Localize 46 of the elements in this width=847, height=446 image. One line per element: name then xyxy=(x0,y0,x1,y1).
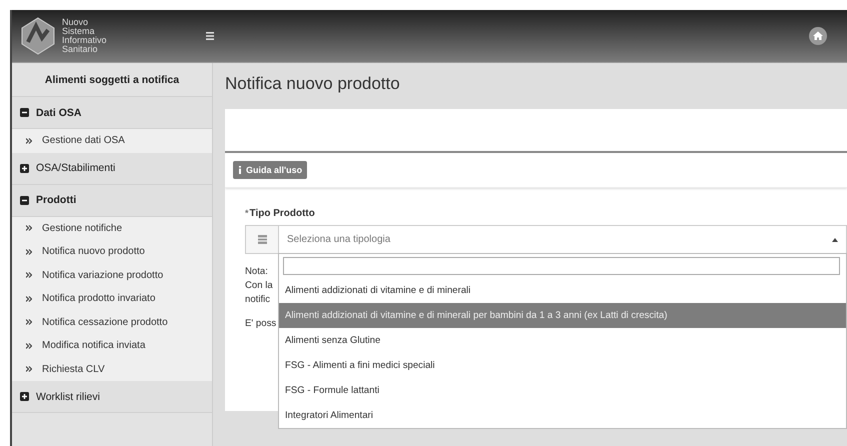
chevron-icon xyxy=(26,296,32,302)
dropdown-option[interactable]: FSG - Alimenti a fini medici speciali xyxy=(279,353,846,378)
chevron-icon xyxy=(26,225,32,232)
info-icon xyxy=(238,166,242,174)
collapse-icon[interactable] xyxy=(20,108,29,117)
note-text: notific xyxy=(245,294,272,305)
sidebar-item[interactable]: Gestione dati OSA xyxy=(12,129,212,152)
logo-text: Sanitario xyxy=(62,45,99,54)
sidebar-item[interactable]: Notifica nuovo prodotto xyxy=(12,240,212,264)
dropdown-option[interactable]: Integratori Alimentari xyxy=(279,403,846,428)
sidebar-section[interactable]: Prodotti xyxy=(12,184,212,216)
dropdown-option[interactable]: Alimenti addizionati di vitamine e di minerali xyxy=(279,278,846,303)
sidebar-item[interactable]: Notifica cessazione prodotto xyxy=(12,310,212,334)
sidebar-item[interactable]: Notifica prodotto invariato xyxy=(12,287,212,310)
field-label: Tipo Prodotto xyxy=(250,208,315,219)
chevron-icon xyxy=(26,272,32,278)
logo-text: Nuovo xyxy=(62,18,90,27)
dropdown-option[interactable]: Alimenti senza Glutine xyxy=(279,328,846,353)
chevron-icon xyxy=(26,138,32,144)
chevron-icon xyxy=(26,248,32,255)
chevron-icon xyxy=(26,366,32,372)
menu-icon[interactable] xyxy=(206,32,214,40)
dropdown-option[interactable]: Alimenti addizionati di vitamine e di minerali per bambini da 1 a 3 anni (ex Latti di crescita) xyxy=(279,303,846,328)
home-icon[interactable] xyxy=(809,27,827,45)
dropdown-option[interactable]: FSG - Formule lattanti xyxy=(279,378,846,403)
logo-text: Informativo xyxy=(62,36,107,45)
note-text: Con la xyxy=(245,280,274,291)
sidebar-section[interactable]: OSA/Stabilimenti xyxy=(12,152,212,184)
required-mark: * xyxy=(245,208,249,219)
collapse-icon[interactable] xyxy=(20,196,29,204)
search-field[interactable] xyxy=(283,257,840,275)
note-text: E' poss xyxy=(245,318,278,329)
chevron-icon xyxy=(26,319,32,326)
sidebar-item[interactable]: Gestione notifiche xyxy=(12,216,212,240)
page-title: Notifica nuovo prodotto xyxy=(225,73,401,95)
chevron-icon xyxy=(26,342,32,349)
sidebar-item[interactable]: Richiesta CLV xyxy=(12,358,212,381)
list-icon xyxy=(258,235,266,244)
logo-text: Sistema xyxy=(62,27,96,36)
guide-button[interactable]: Guida all'uso xyxy=(233,161,308,179)
type-select[interactable]: Seleziona una tipologia xyxy=(279,225,847,254)
expand-icon[interactable] xyxy=(20,164,29,172)
expand-icon[interactable] xyxy=(20,392,29,401)
note-text: Nota: xyxy=(245,266,269,277)
sidebar-item[interactable]: Notifica variazione prodotto xyxy=(12,264,212,287)
sidebar-item[interactable]: Modifica notifica inviata xyxy=(12,334,212,358)
